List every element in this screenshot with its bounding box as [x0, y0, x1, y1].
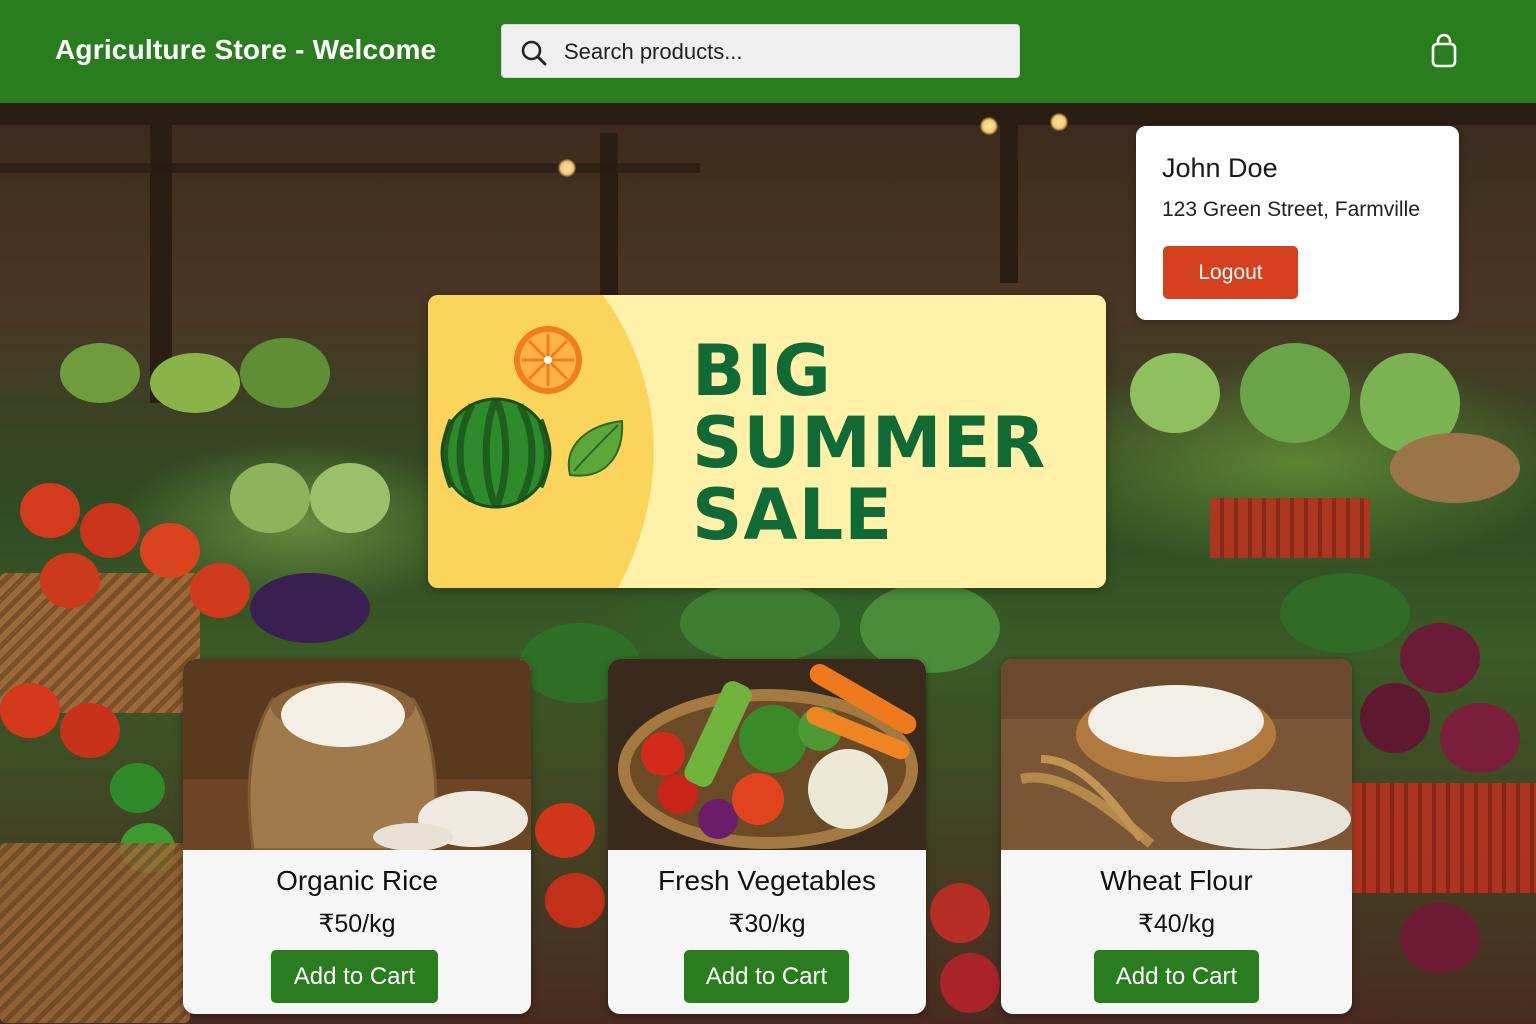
sale-line: SALE [692, 474, 894, 556]
store-title: Agriculture Store - Welcome [55, 34, 437, 65]
watermelon-icon [440, 397, 552, 509]
top-bar: Agriculture Store - Welcome [0, 0, 1536, 103]
summer-sale-banner[interactable]: BIG SUMMER SALE [428, 295, 1106, 588]
user-address: 123 Green Street, Farmville [1162, 198, 1420, 221]
shopping-bag-icon [1431, 33, 1457, 68]
product-name: Fresh Vegetables [658, 865, 876, 896]
product-card-wheat-flour[interactable]: Wheat Flour ₹40/kg Add to Cart [1001, 659, 1352, 1014]
search-icon [521, 40, 547, 66]
logout-button[interactable]: Logout [1163, 246, 1298, 299]
search-bar[interactable] [501, 24, 1020, 78]
product-name: Organic Rice [276, 865, 438, 896]
orange-slice-icon [514, 326, 582, 394]
sale-headline: BIG SUMMER SALE [692, 335, 1046, 551]
add-to-cart-button[interactable]: Add to Cart [684, 950, 849, 1003]
vegetable-basket-image [608, 659, 926, 850]
user-profile-card: John Doe 123 Green Street, Farmville Log… [1136, 126, 1459, 320]
product-name: Wheat Flour [1100, 865, 1253, 896]
product-card-fresh-vegetables[interactable]: Fresh Vegetables ₹30/kg Add to Cart [608, 659, 926, 1014]
product-price: ₹30/kg [728, 910, 806, 938]
rice-sack-image [183, 659, 531, 850]
flour-bowl-image [1001, 659, 1352, 850]
search-input[interactable] [562, 33, 1006, 71]
user-name: John Doe [1162, 153, 1278, 183]
add-to-cart-button[interactable]: Add to Cart [271, 950, 438, 1003]
sale-line: SUMMER [692, 402, 1047, 484]
product-price: ₹40/kg [1137, 910, 1216, 938]
shopping-bag-button[interactable] [1428, 33, 1460, 69]
add-to-cart-button[interactable]: Add to Cart [1094, 950, 1259, 1003]
sale-line: BIG [692, 330, 832, 412]
product-card-organic-rice[interactable]: Organic Rice ₹50/kg Add to Cart [183, 659, 531, 1014]
product-price: ₹50/kg [318, 910, 396, 938]
